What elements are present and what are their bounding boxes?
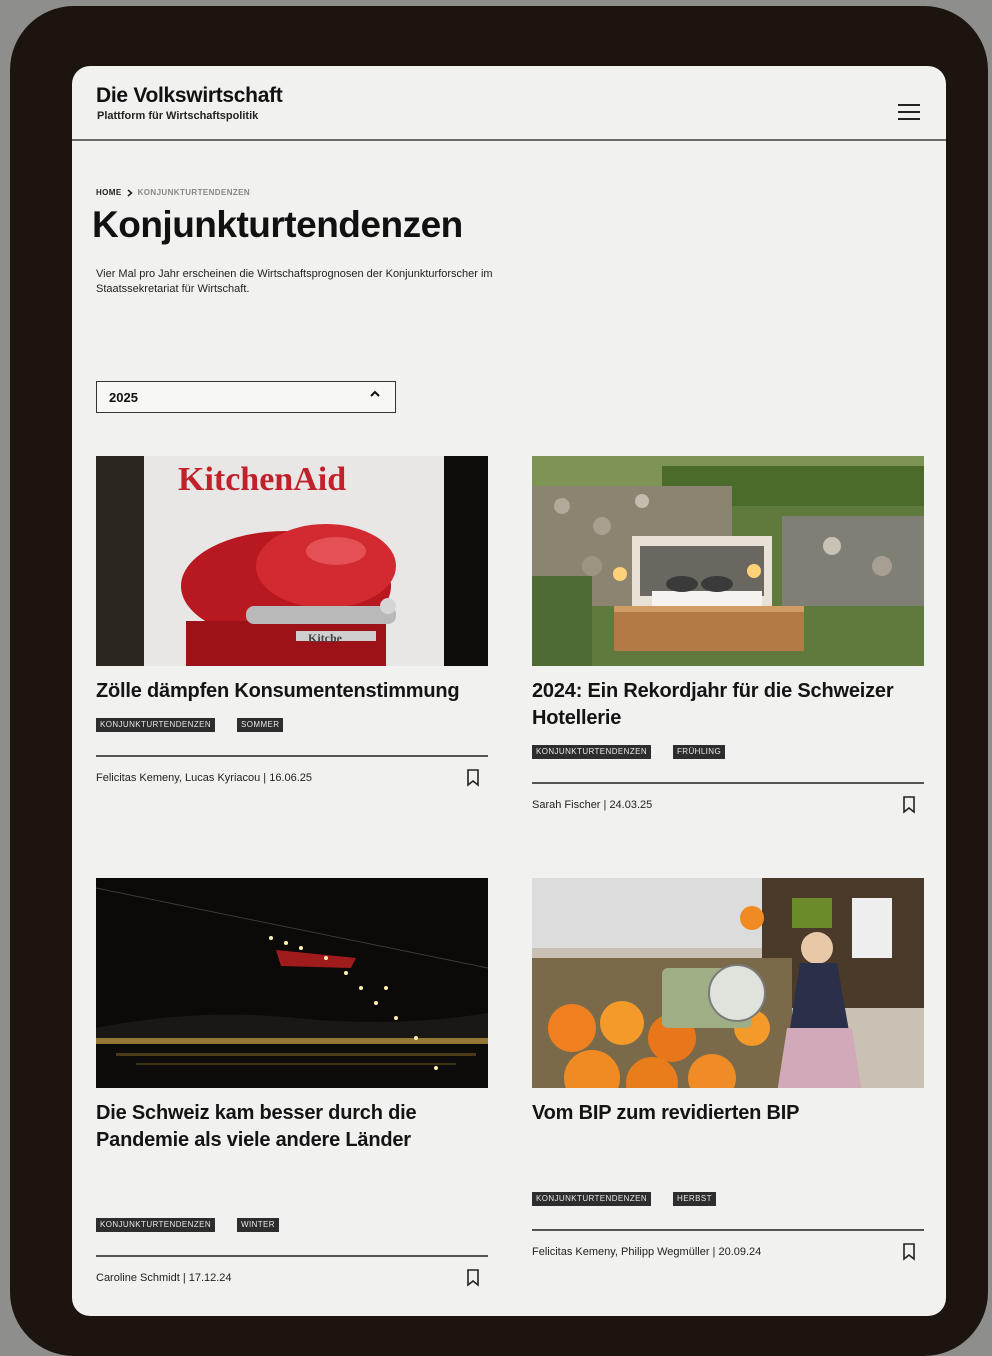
card-divider bbox=[96, 1255, 488, 1257]
tag-category[interactable]: KONJUNKTURTENDENZEN bbox=[532, 1192, 652, 1206]
tag-category[interactable]: KONJUNKTURTENDENZEN bbox=[96, 1218, 216, 1232]
tag-list: KONJUNKTURTENDENZEN SOMMER bbox=[96, 718, 284, 732]
chevron-right-icon bbox=[127, 188, 133, 197]
article-title[interactable]: Zölle dämpfen Konsumentenstimmung bbox=[96, 678, 488, 705]
article-meta: Sarah Fischer | 24.03.25 bbox=[532, 799, 653, 811]
tag-season[interactable]: WINTER bbox=[237, 1218, 279, 1232]
tag-category[interactable]: KONJUNKTURTENDENZEN bbox=[532, 745, 652, 759]
site-subtitle: Plattform für Wirtschaftspolitik bbox=[97, 110, 259, 122]
tablet-frame: Die Volkswirtschaft Plattform für Wirtsc… bbox=[10, 6, 988, 1356]
article-image-mixer[interactable]: KitchenAid Kitche bbox=[96, 456, 488, 666]
card-divider bbox=[96, 755, 488, 757]
kitchenaid-mixer-label: Kitche bbox=[308, 631, 343, 645]
tag-season[interactable]: FRÜHLING bbox=[673, 745, 726, 759]
tag-season[interactable]: HERBST bbox=[673, 1192, 716, 1206]
page-intro: Vier Mal pro Jahr erscheinen die Wirtsch… bbox=[96, 268, 493, 295]
breadcrumb-home-link[interactable]: HOME bbox=[96, 188, 122, 197]
header-divider bbox=[72, 139, 946, 141]
article-title[interactable]: 2024: Ein Rekordjahr für die Schweizer H… bbox=[532, 678, 924, 732]
tablet-screen: Die Volkswirtschaft Plattform für Wirtsc… bbox=[72, 66, 946, 1316]
chevron-up-icon bbox=[370, 390, 380, 397]
tag-list: KONJUNKTURTENDENZEN WINTER bbox=[96, 1218, 279, 1232]
article-meta: Caroline Schmidt | 17.12.24 bbox=[96, 1272, 232, 1284]
hamburger-menu-icon[interactable] bbox=[898, 102, 922, 122]
article-title[interactable]: Die Schweiz kam besser durch die Pandemi… bbox=[96, 1100, 488, 1154]
breadcrumb: HOME KONJUNKTURTENDENZEN bbox=[96, 188, 250, 197]
tag-category[interactable]: KONJUNKTURTENDENZEN bbox=[96, 718, 216, 732]
bookmark-icon[interactable] bbox=[466, 1269, 480, 1287]
article-image-hotel[interactable] bbox=[532, 456, 924, 666]
card-divider bbox=[532, 1229, 924, 1231]
kitchenaid-logo-text: KitchenAid bbox=[178, 461, 346, 498]
bookmark-icon[interactable] bbox=[902, 1243, 916, 1261]
bookmark-icon[interactable] bbox=[902, 796, 916, 814]
bookmark-icon[interactable] bbox=[466, 769, 480, 787]
year-select[interactable]: 2025 bbox=[96, 381, 396, 413]
year-select-value: 2025 bbox=[109, 390, 138, 405]
breadcrumb-current: KONJUNKTURTENDENZEN bbox=[137, 188, 251, 197]
tag-list: KONJUNKTURTENDENZEN FRÜHLING bbox=[532, 745, 726, 759]
site-title[interactable]: Die Volkswirtschaft bbox=[96, 84, 283, 108]
article-image-night-lake[interactable] bbox=[96, 878, 488, 1088]
tag-list: KONJUNKTURTENDENZEN HERBST bbox=[532, 1192, 716, 1206]
article-title[interactable]: Vom BIP zum revidierten BIP bbox=[532, 1100, 924, 1127]
card-divider bbox=[532, 782, 924, 784]
tag-season[interactable]: SOMMER bbox=[237, 718, 284, 732]
article-meta: Felicitas Kemeny, Philipp Wegmüller | 20… bbox=[532, 1246, 762, 1258]
article-image-pumpkins[interactable] bbox=[532, 878, 924, 1088]
article-meta: Felicitas Kemeny, Lucas Kyriacou | 16.06… bbox=[96, 772, 313, 784]
page-title: Konjunkturtendenzen bbox=[92, 204, 463, 245]
